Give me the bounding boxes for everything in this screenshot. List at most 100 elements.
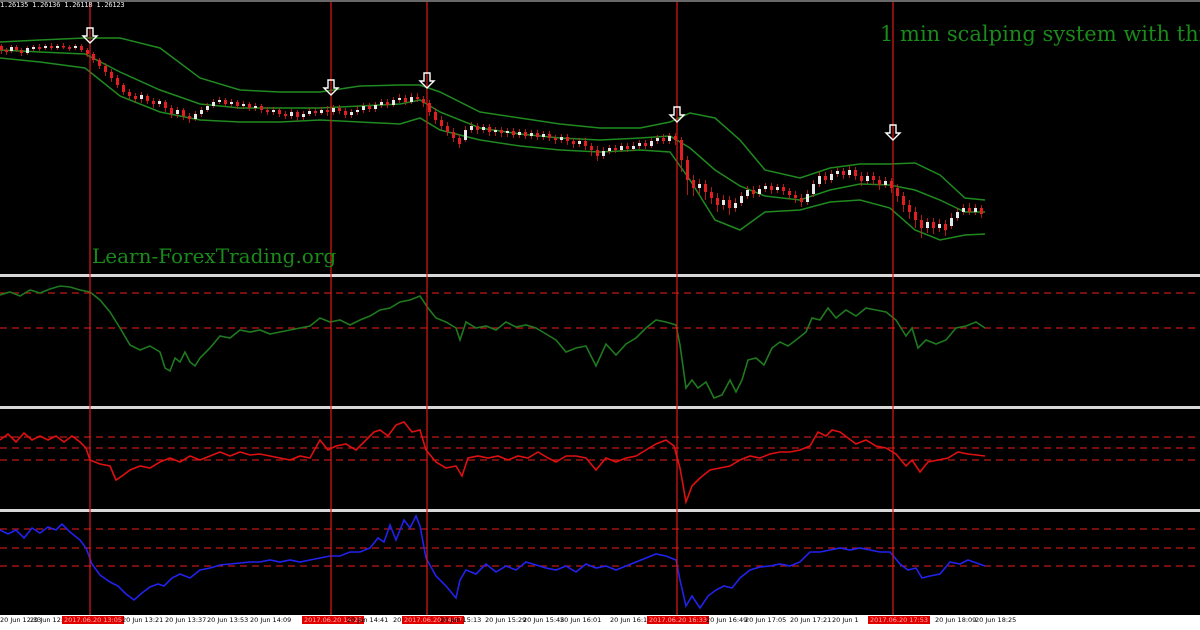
chart-title: 1 min scalping system with three ( xyxy=(880,22,1200,46)
candle-body-164 xyxy=(980,208,983,214)
candle-body-8 xyxy=(44,46,47,48)
candle-body-53 xyxy=(314,111,317,113)
candle-body-93 xyxy=(554,138,557,140)
candle-body-154 xyxy=(920,220,923,228)
panel-separator-0 xyxy=(0,274,1200,277)
candle-body-54 xyxy=(320,110,323,113)
candle-body-142 xyxy=(848,170,851,175)
candle-body-145 xyxy=(866,176,869,181)
price-candles xyxy=(0,43,983,238)
candle-body-156 xyxy=(932,222,935,228)
candle-body-64 xyxy=(380,102,383,105)
candle-body-75 xyxy=(446,126,449,132)
candle-body-20 xyxy=(116,78,119,85)
candle-body-37 xyxy=(218,100,221,102)
candle-body-73 xyxy=(434,112,437,120)
panel-separator-1 xyxy=(0,406,1200,409)
candle-body-31 xyxy=(182,110,185,116)
candle-body-137 xyxy=(818,176,821,184)
candle-body-131 xyxy=(782,187,785,191)
signal-lines xyxy=(89,2,894,615)
candle-body-69 xyxy=(410,97,413,102)
candle-body-28 xyxy=(164,102,167,108)
candle-body-110 xyxy=(656,138,659,141)
candle-body-112 xyxy=(668,136,671,141)
candle-body-74 xyxy=(440,120,443,126)
candle-body-147 xyxy=(878,180,881,185)
candle-body-46 xyxy=(272,110,275,112)
candle-body-61 xyxy=(362,106,365,110)
candle-body-3 xyxy=(15,47,18,50)
candle-body-118 xyxy=(704,184,707,192)
candle-body-141 xyxy=(842,171,845,175)
candle-body-117 xyxy=(698,184,701,188)
candle-body-162 xyxy=(968,208,971,212)
candle-body-148 xyxy=(884,181,887,185)
candle-body-89 xyxy=(530,133,533,136)
candle-body-108 xyxy=(644,143,647,146)
candle-body-85 xyxy=(506,131,509,133)
candle-body-66 xyxy=(392,100,395,105)
candle-body-26 xyxy=(152,101,155,104)
candle-body-62 xyxy=(368,106,371,109)
candle-body-52 xyxy=(308,111,311,114)
candle-body-123 xyxy=(734,203,737,208)
candle-body-95 xyxy=(566,137,569,141)
candle-body-152 xyxy=(908,205,911,212)
candle-body-40 xyxy=(236,102,239,106)
candle-body-34 xyxy=(200,110,203,114)
candle-body-100 xyxy=(596,150,599,156)
candle-body-98 xyxy=(584,141,587,146)
highlighted-time-label: 2017.06.20 17:53 xyxy=(868,616,931,624)
candle-body-77 xyxy=(458,138,461,144)
candle-body-5 xyxy=(26,48,29,53)
candle-body-99 xyxy=(590,146,593,150)
candle-body-114 xyxy=(680,140,683,160)
candle-body-132 xyxy=(788,191,791,195)
candle-body-122 xyxy=(728,200,731,208)
candle-body-87 xyxy=(518,132,521,135)
candle-body-2 xyxy=(10,47,13,51)
candle-body-106 xyxy=(632,146,635,149)
candle-body-102 xyxy=(608,148,611,151)
candle-body-119 xyxy=(710,192,713,198)
candle-body-151 xyxy=(902,196,905,205)
candle-body-158 xyxy=(944,224,947,230)
candle-body-22 xyxy=(128,92,131,96)
indicator-3-line xyxy=(0,514,986,610)
candle-body-17 xyxy=(98,60,101,66)
candle-body-63 xyxy=(374,105,377,109)
indicator-level-lines xyxy=(0,292,1200,567)
candle-body-125 xyxy=(746,190,749,196)
candle-body-45 xyxy=(266,110,269,112)
candle-body-29 xyxy=(170,108,173,114)
candle-body-92 xyxy=(548,134,551,138)
candle-body-94 xyxy=(560,137,563,140)
candle-body-78 xyxy=(464,130,467,140)
candle-body-160 xyxy=(956,212,959,218)
candle-body-56 xyxy=(332,108,335,112)
candle-body-146 xyxy=(872,176,875,180)
candle-body-138 xyxy=(824,176,827,180)
candle-body-150 xyxy=(896,188,899,196)
candle-body-21 xyxy=(122,85,125,92)
time-tick-label: 20 Jun 16:01 xyxy=(560,616,602,624)
candle-body-103 xyxy=(614,148,617,150)
candle-body-135 xyxy=(806,194,809,202)
candle-body-88 xyxy=(524,132,527,136)
candle-body-58 xyxy=(344,111,347,115)
candle-body-27 xyxy=(158,101,161,104)
indicator-1-line xyxy=(0,285,986,400)
candle-body-25 xyxy=(146,96,149,101)
candle-body-140 xyxy=(836,171,839,174)
candle-body-157 xyxy=(938,224,941,228)
candle-body-76 xyxy=(452,132,455,138)
candle-body-1 xyxy=(5,50,8,52)
time-tick-label: 20 Jun 17:05 xyxy=(745,616,787,624)
candle-body-38 xyxy=(224,100,227,104)
candle-body-82 xyxy=(488,127,491,132)
candle-body-57 xyxy=(338,108,341,111)
candle-body-55 xyxy=(326,110,329,112)
candle-body-79 xyxy=(470,126,473,130)
candle-body-120 xyxy=(716,198,719,205)
